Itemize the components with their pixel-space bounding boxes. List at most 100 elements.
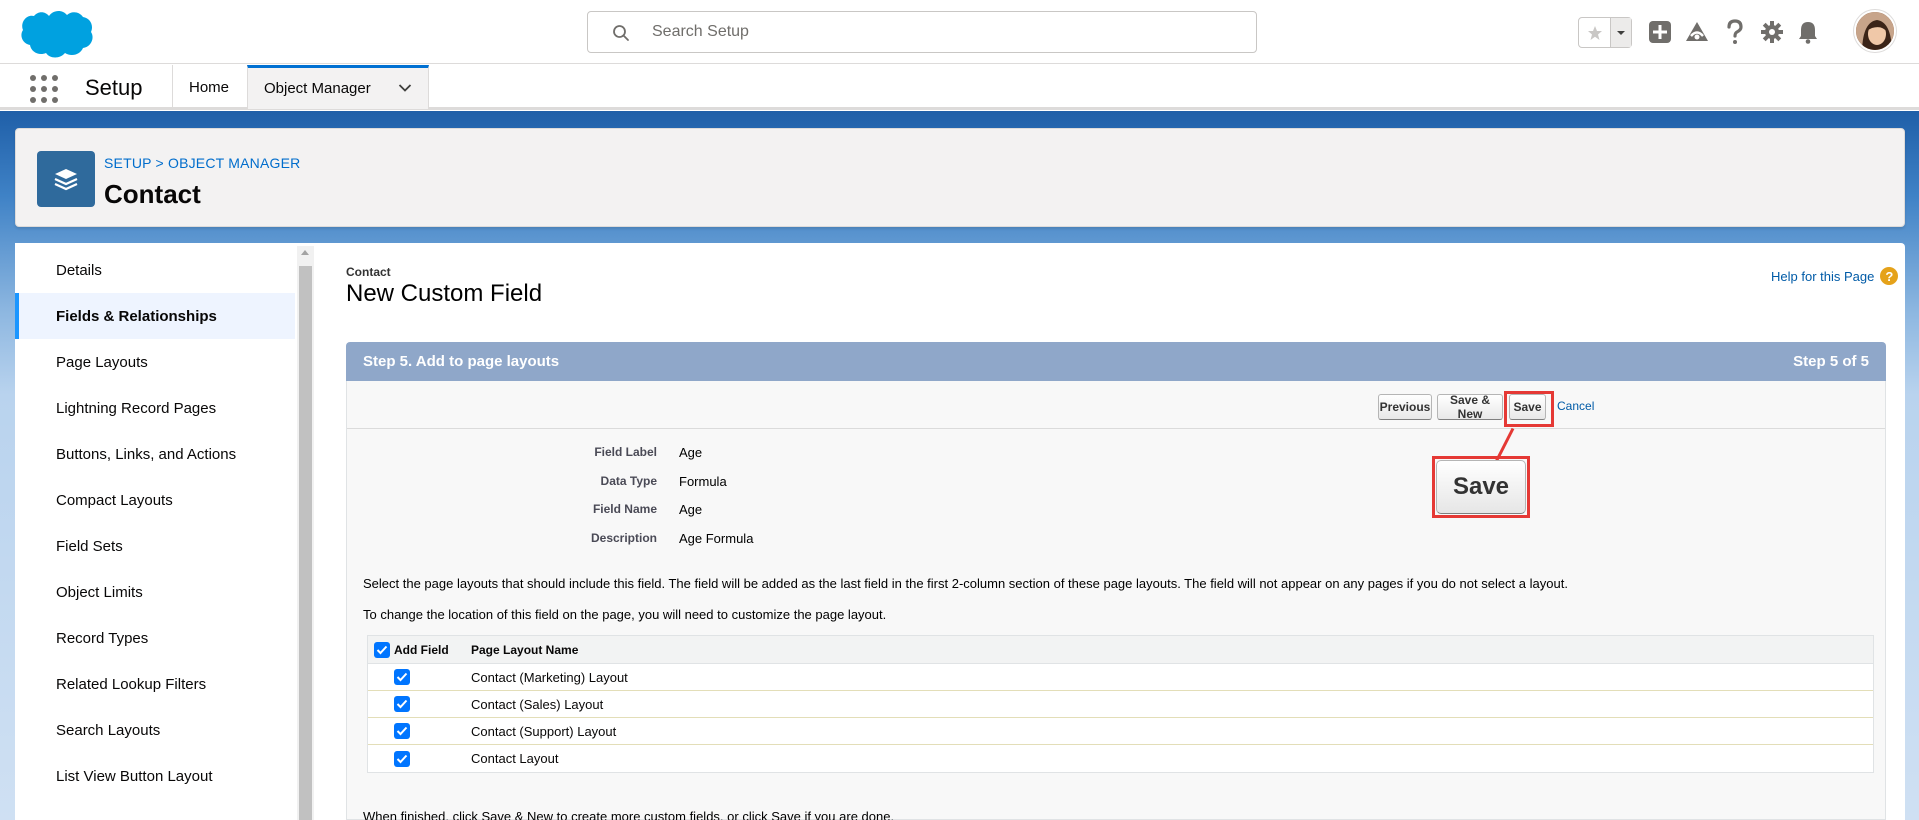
add-field-header-label: Add Field (394, 642, 449, 657)
search-input[interactable] (652, 20, 1232, 44)
step-form: Previous Save & New Save Cancel Field La… (346, 381, 1886, 820)
sidebar-item-label: Field Sets (56, 537, 123, 555)
instruction-text: Select the page layouts that should incl… (363, 576, 1568, 591)
sidebar-item-compact-layouts[interactable]: Compact Layouts (15, 477, 295, 523)
table-cell (368, 750, 463, 767)
select-all-checkbox[interactable] (374, 641, 390, 658)
favorites-button-group[interactable] (1578, 17, 1632, 48)
detail-row-field-name: Field Name Age (347, 502, 702, 522)
app-nav-bar: Setup Home Object Manager (0, 65, 1919, 110)
table-cell (368, 696, 463, 712)
sidebar-item-search-layouts[interactable]: Search Layouts (15, 707, 295, 753)
tab-home[interactable]: Home (172, 65, 247, 109)
table-header-row: Add Field Page Layout Name (368, 636, 1873, 664)
content-card: Details Fields & Relationships Page Layo… (15, 243, 1905, 820)
sidebar-item-buttons-links-actions[interactable]: Buttons, Links, and Actions (15, 431, 295, 477)
app-name: Setup (85, 75, 143, 100)
button-row: Previous Save & New Save Cancel (347, 381, 1885, 429)
sidebar-item-details[interactable]: Details (15, 247, 295, 293)
search-icon (612, 24, 630, 42)
add-field-header: Add Field (368, 641, 463, 658)
sidebar-item-label: Compact Layouts (56, 491, 173, 509)
sidebar-item-label: Search Layouts (56, 721, 161, 739)
layout-name: Contact (Support) Layout (471, 723, 617, 739)
detail-label: Description (590, 531, 657, 545)
page-layout-name-header: Page Layout Name (471, 642, 579, 657)
sidebar-item-label: List View Button Layout (56, 767, 213, 785)
global-header (0, 0, 1919, 64)
zoomed-save-button: Save (1436, 460, 1526, 514)
tab-object-manager[interactable]: Object Manager (247, 65, 429, 109)
sidebar-item-lightning-record-pages[interactable]: Lightning Record Pages (15, 385, 295, 431)
step-title: Step 5. Add to page layouts (363, 353, 560, 370)
page-heading: New Custom Field (346, 280, 543, 307)
help-icon[interactable] (1720, 17, 1750, 47)
layout-name: Contact (Sales) Layout (471, 696, 604, 712)
trailhead-icon[interactable] (1682, 17, 1712, 47)
layout-checkbox[interactable] (394, 750, 410, 767)
sidebar-item-fields-relationships[interactable]: Fields & Relationships (15, 293, 295, 339)
sidebar-item-label: Fields & Relationships (56, 307, 217, 325)
sidebar-item-label: Related Lookup Filters (56, 675, 207, 693)
step-header-bar: Step 5. Add to page layouts Step 5 of 5 (346, 342, 1886, 381)
table-cell (368, 669, 463, 685)
layout-checkbox[interactable] (394, 723, 410, 739)
detail-value: Age Formula (679, 531, 754, 546)
detail-label: Field Name (592, 502, 657, 516)
favorites-star-icon[interactable] (1579, 18, 1611, 47)
app-launcher-icon[interactable] (28, 73, 58, 103)
breadcrumb[interactable]: SETUP > OBJECT MANAGER (104, 155, 300, 171)
detail-value: Age (679, 502, 703, 517)
table-row: Contact (Marketing) Layout (368, 664, 1873, 691)
object-subtitle: Contact (346, 265, 391, 279)
footer-instruction-text: When finished, click Save & New to creat… (363, 809, 895, 820)
detail-value: Formula (679, 474, 727, 489)
salesforce-cloud-logo[interactable] (19, 7, 93, 59)
sidebar-item-label: Lightning Record Pages (56, 399, 217, 417)
notifications-bell-icon[interactable] (1793, 17, 1823, 47)
layout-checkbox[interactable] (394, 696, 410, 712)
cancel-link[interactable]: Cancel (1557, 399, 1594, 413)
sidebar-item-label: Buttons, Links, and Actions (56, 445, 237, 463)
page-layouts-table: Add Field Page Layout Name Contact (Mark… (367, 635, 1874, 773)
chevron-down-icon[interactable] (398, 80, 412, 97)
page-title: Contact (104, 179, 201, 209)
object-manager-sidebar: Details Fields & Relationships Page Layo… (15, 243, 297, 820)
layers-icon (37, 151, 95, 207)
setup-gear-icon[interactable] (1757, 17, 1787, 47)
layout-checkbox[interactable] (394, 669, 410, 685)
sidebar-item-label: Details (56, 261, 102, 279)
sidebar-item-record-types[interactable]: Record Types (15, 615, 295, 661)
sidebar-scrollbar[interactable] (297, 246, 314, 820)
previous-button[interactable]: Previous (1378, 394, 1432, 420)
scrollbar-thumb[interactable] (299, 266, 312, 820)
table-cell (368, 723, 463, 739)
sidebar-item-label: Page Layouts (56, 353, 148, 371)
sidebar-item-object-limits[interactable]: Object Limits (15, 569, 295, 615)
sidebar-item-label: Record Types (56, 629, 149, 647)
sidebar-item-page-layouts[interactable]: Page Layouts (15, 339, 295, 385)
main-content: Contact New Custom Field Help for this P… (331, 243, 1901, 820)
tab-object-manager-label: Object Manager (264, 80, 371, 97)
global-actions-add-icon[interactable] (1645, 17, 1675, 47)
instruction-text: To change the location of this field on … (363, 607, 887, 622)
scroll-up-arrow-icon[interactable] (301, 250, 309, 255)
sidebar-item-list-view-button-layout[interactable]: List View Button Layout (15, 753, 295, 799)
sidebar-item-field-sets[interactable]: Field Sets (15, 523, 295, 569)
layout-name: Contact Layout (471, 751, 559, 766)
sidebar-item-label: Object Limits (56, 583, 143, 601)
search-setup-box[interactable] (587, 11, 1257, 53)
save-button-highlight (1504, 391, 1554, 427)
detail-row-field-label: Field Label Age (347, 445, 702, 465)
layout-name: Contact (Marketing) Layout (471, 669, 628, 685)
object-page-header: SETUP > OBJECT MANAGER Contact (15, 128, 1905, 227)
detail-row-data-type: Data Type Formula (347, 474, 727, 494)
sidebar-item-related-lookup-filters[interactable]: Related Lookup Filters (15, 661, 295, 707)
save-and-new-button[interactable]: Save & New (1437, 393, 1503, 421)
table-row: Contact Layout (368, 745, 1873, 772)
detail-label: Field Label (594, 445, 657, 459)
favorites-caret-icon[interactable] (1611, 18, 1631, 47)
user-avatar[interactable] (1854, 10, 1896, 52)
help-for-this-page-link[interactable]: Help for this Page ? (1771, 267, 1899, 285)
detail-row-description: Description Age Formula (347, 531, 753, 551)
